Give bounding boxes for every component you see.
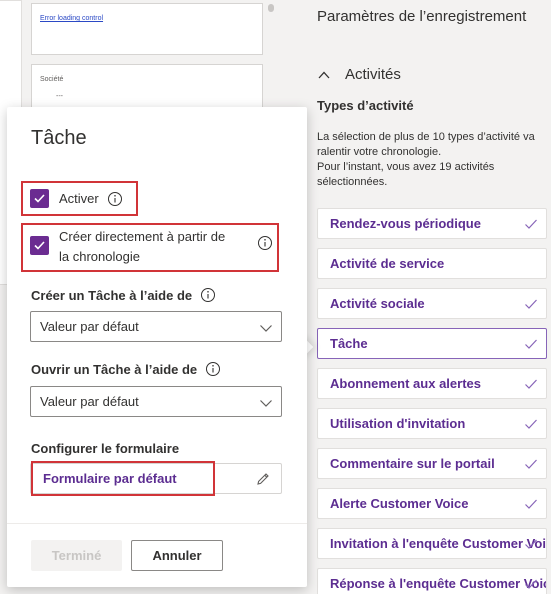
footer-divider [7, 523, 307, 524]
activity-types-description: La sélection de plus de 10 types d’activ… [317, 130, 545, 190]
pencil-icon[interactable] [255, 471, 271, 487]
create-with-dropdown[interactable]: Valeur par défaut [30, 311, 282, 342]
open-with-label: Ouvrir un Tâche à l’aide de [31, 362, 197, 377]
checkmark-icon [525, 539, 537, 549]
activity-types-desc-line-2: Pour l’instant, vous avez 19 activités s… [317, 161, 495, 188]
info-icon[interactable] [257, 235, 273, 251]
activity-type-label: Utilisation d'invitation [330, 416, 466, 431]
activities-section-title: Activités [345, 66, 401, 83]
checkmark-icon [525, 379, 537, 389]
info-icon[interactable] [200, 287, 216, 303]
error-loading-link[interactable]: Error loading control [40, 15, 103, 22]
popup-title: Tâche [31, 127, 87, 149]
checkmark-icon [525, 499, 537, 509]
activity-type-label: Alerte Customer Voice [330, 496, 469, 511]
create-direct-label-line-2: la chronologie [59, 249, 140, 264]
panel-title: Paramètres de l’enregistrement [317, 8, 527, 25]
activity-type-label: Réponse à l'enquête Customer Voice [330, 576, 547, 591]
create-direct-checkbox[interactable]: Créer directement à partir de la chronol… [30, 229, 273, 267]
cancel-button[interactable]: Annuler [131, 540, 223, 571]
checkmark-icon [34, 194, 45, 203]
activity-type-label: Activité sociale [330, 296, 425, 311]
societe-value: --- [56, 93, 63, 100]
activity-type-label: Commentaire sur le portail [330, 456, 495, 471]
activity-type-item[interactable]: Tâche [317, 328, 547, 359]
checkmark-icon [525, 299, 537, 309]
form-highlight-box [31, 461, 215, 496]
enable-checkbox[interactable]: Activer [30, 189, 123, 209]
record-settings-panel: Paramètres de l’enregistrement Activités… [300, 0, 551, 594]
enable-label: Activer [59, 191, 99, 206]
activity-type-list: Rendez-vous périodique Activité de servic… [317, 208, 547, 594]
activity-types-heading: Types d’activité [317, 98, 414, 113]
create-direct-checkbox-box[interactable] [30, 236, 49, 255]
create-with-value: Valeur par défaut [40, 319, 139, 334]
activity-type-item[interactable]: Alerte Customer Voice [317, 488, 547, 519]
create-with-label-text: Créer un Tâche à l’aide de [31, 288, 193, 303]
checkmark-icon [525, 579, 537, 589]
checkmark-icon [525, 419, 537, 429]
activity-type-label: Abonnement aux alertes [330, 376, 481, 391]
activity-type-item[interactable]: Activité sociale [317, 288, 547, 319]
activity-type-label: Rendez-vous périodique [330, 216, 481, 231]
info-icon[interactable] [205, 361, 221, 377]
activity-type-item[interactable]: Utilisation d'invitation [317, 408, 547, 439]
canvas-scrollbar-thumb[interactable] [268, 4, 274, 12]
open-with-label-text: Ouvrir un Tâche à l’aide de [31, 362, 198, 377]
activity-type-label: Activité de service [330, 256, 445, 271]
activity-type-item[interactable]: Activité de service [317, 248, 547, 279]
configure-form-label: Configurer le formulaire [31, 441, 180, 456]
activity-type-label: Invitation à l'enquête Customer Voice [330, 536, 547, 551]
open-with-dropdown[interactable]: Valeur par défaut [30, 386, 282, 417]
done-button[interactable]: Terminé [31, 540, 122, 571]
checkmark-icon [34, 241, 45, 250]
chevron-down-icon [260, 400, 272, 407]
checkmark-icon [525, 459, 537, 469]
activity-type-item[interactable]: Invitation à l'enquête Customer Voice [317, 528, 547, 559]
activity-type-item[interactable]: Commentaire sur le portail [317, 448, 547, 479]
activity-type-item[interactable]: Réponse à l'enquête Customer Voice [317, 568, 547, 594]
error-control-card: Error loading control [31, 3, 263, 55]
enable-checkbox-box[interactable] [30, 189, 49, 208]
create-direct-label-line-1: Créer directement à partir de [59, 229, 226, 244]
create-with-label: Créer un Tâche à l’aide de [31, 288, 192, 303]
chevron-down-icon [260, 325, 272, 332]
activity-type-label: Tâche [330, 336, 368, 351]
checkmark-icon [525, 219, 537, 229]
checkmark-icon [525, 339, 537, 349]
chevron-up-icon [318, 71, 330, 78]
info-icon[interactable] [107, 191, 123, 207]
activity-type-item[interactable]: Rendez-vous périodique [317, 208, 547, 239]
activity-types-desc-line-1: La sélection de plus de 10 types d’activ… [317, 131, 535, 158]
open-with-value: Valeur par défaut [40, 394, 139, 409]
task-settings-popup: Tâche Activer Créer directement à partir… [7, 107, 307, 587]
create-direct-label: Créer directement à partir de la chronol… [59, 227, 245, 267]
activity-type-item[interactable]: Abonnement aux alertes [317, 368, 547, 399]
societe-label: Société [40, 76, 64, 83]
activities-section-toggle[interactable]: Activités [317, 66, 401, 83]
